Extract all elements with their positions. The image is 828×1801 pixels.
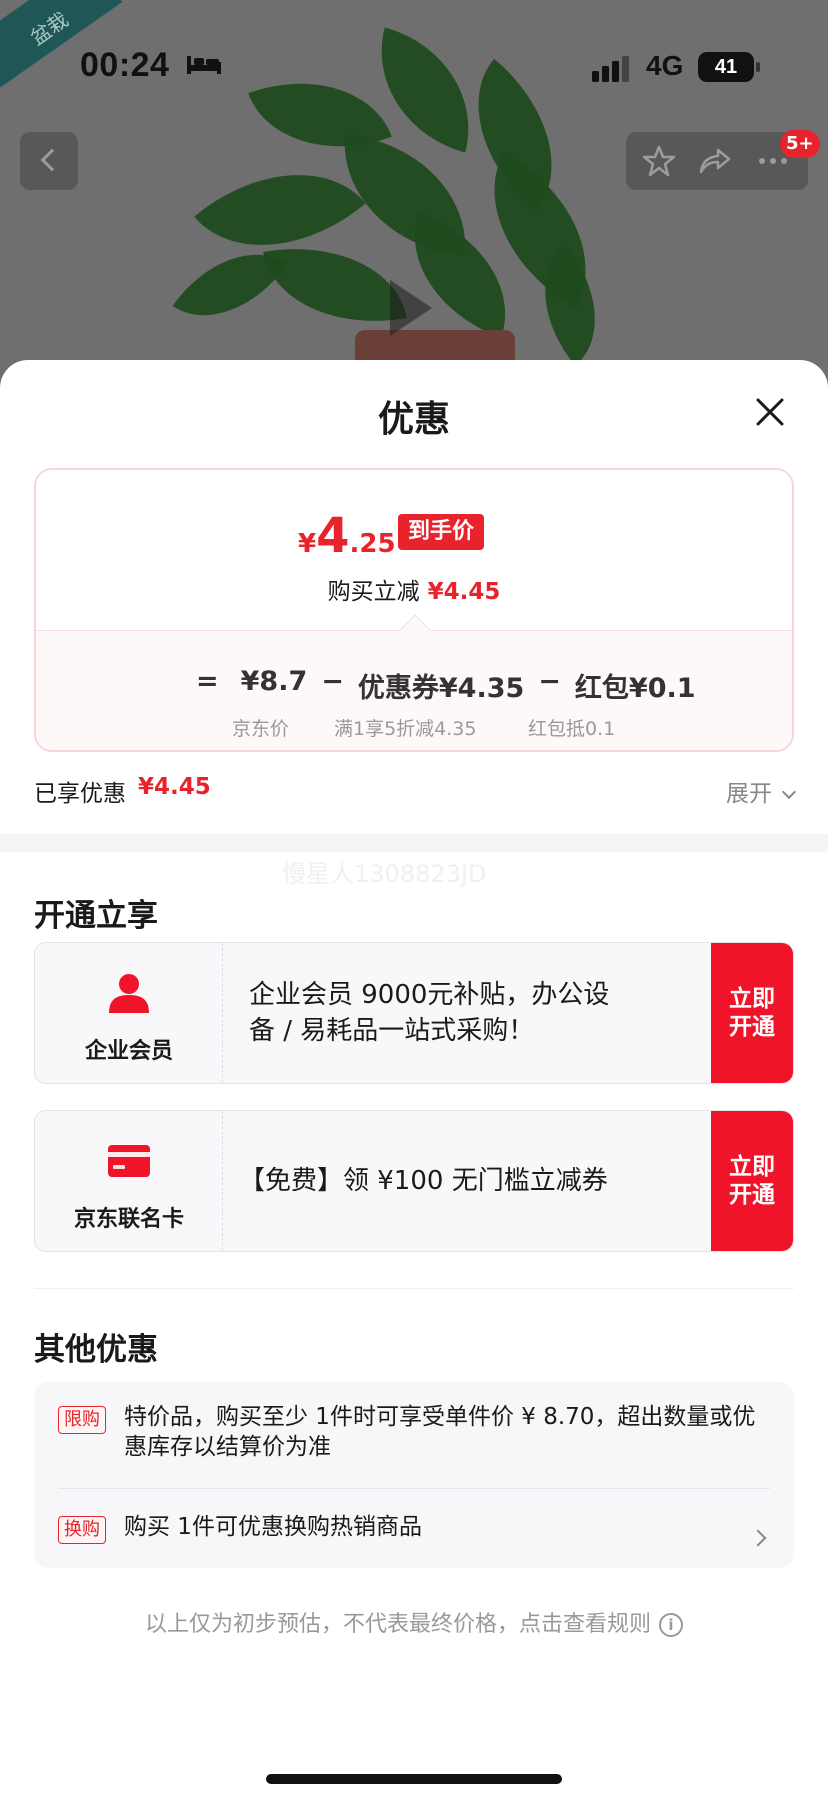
info-icon: i xyxy=(659,1613,683,1637)
back-button[interactable] xyxy=(20,132,78,190)
other-discounts-list: 限购 特价品，购买至少 1件时可享受单件价 ¥ 8.70，超出数量或优惠库存以结… xyxy=(34,1382,794,1568)
enterprise-member-card[interactable]: 企业会员 企业会员 9000元补贴，办公设备 / 易耗品一站式采购！ 立即开通 xyxy=(34,942,794,1084)
jd-cobrand-desc: 【免费】领 ¥100 无门槛立减券 xyxy=(239,1166,608,1196)
person-icon xyxy=(109,974,149,1013)
exchange-text[interactable]: 购买 1件可优惠换购热销商品 xyxy=(124,1512,684,1542)
expand-button[interactable]: 展开 xyxy=(726,774,797,808)
card-icon xyxy=(108,1145,150,1177)
price-calculation: = ¥8.7− 优惠券¥4.35− 红包¥0.1 xyxy=(196,666,696,704)
cart-badge: 5+ xyxy=(780,130,820,158)
coupon-value: 优惠券¥4.35 xyxy=(357,673,525,704)
sheet-title: 优惠 xyxy=(377,399,450,440)
jd-cobrand-card[interactable]: 京东联名卡 【免费】领 ¥100 无门槛立减券 立即开通 xyxy=(34,1110,794,1252)
section-divider xyxy=(0,834,828,852)
enjoyed-discount-row: 已享优惠 ¥4.45 展开 xyxy=(34,774,797,814)
close-icon[interactable] xyxy=(750,392,790,432)
discount-sheet: 优惠 ¥4.25 到手价 购买立减 ¥4.45 = ¥8.7− 优惠券¥4.35− 红包… xyxy=(0,360,828,1801)
enterprise-member-name: 企业会员 xyxy=(84,1039,173,1064)
reduce-line: 购买立减 ¥4.45 xyxy=(327,579,501,605)
signal-icon xyxy=(592,56,629,82)
price-breakdown-card: ¥4.25 到手价 购买立减 ¥4.45 = ¥8.7− 优惠券¥4.35− 红包¥0.… xyxy=(34,468,794,752)
exchange-tag: 换购 xyxy=(58,1516,106,1544)
jd-price-label: 京东价 xyxy=(232,718,290,740)
limit-text: 特价品，购买至少 1件时可享受单件价 ¥ 8.70，超出数量或优惠库存以结算价为… xyxy=(124,1404,756,1460)
jd-price-value: ¥8.7 xyxy=(240,666,308,697)
enterprise-open-button[interactable]: 立即开通 xyxy=(711,943,793,1083)
coupon-label: 满1享5折减4.35 xyxy=(334,718,477,740)
other-section-title: 其他优惠 xyxy=(34,1332,158,1368)
chevron-left-icon xyxy=(40,148,64,172)
network-label: 4G xyxy=(646,50,684,81)
play-icon[interactable] xyxy=(390,280,432,336)
star-icon[interactable] xyxy=(642,144,676,178)
enjoyed-label: 已享优惠 xyxy=(34,781,126,807)
share-icon[interactable] xyxy=(698,144,732,178)
sleep-mode-icon xyxy=(187,56,221,74)
divider xyxy=(34,1288,794,1289)
rules-note[interactable]: 以上仅为初步预估，不代表最终价格，点击查看规则 i xyxy=(0,1606,828,1638)
status-time: 00:24 xyxy=(80,46,170,84)
battery-icon: 41 xyxy=(698,52,760,82)
chevron-down-icon xyxy=(781,784,797,800)
status-bar: 00:24 4G 41 xyxy=(0,0,828,130)
hongbao-value: 红包¥0.1 xyxy=(574,673,696,704)
jd-cobrand-open-button[interactable]: 立即开通 xyxy=(711,1111,793,1251)
enterprise-member-desc: 企业会员 9000元补贴，办公设备 / 易耗品一站式采购！ xyxy=(249,980,610,1046)
final-price-tag: 到手价 xyxy=(398,514,485,550)
limit-tag: 限购 xyxy=(58,1406,106,1434)
final-price: ¥4.25 xyxy=(298,508,396,564)
watermark: 慢星人1308823JD xyxy=(282,860,487,888)
enjoyed-amount: ¥4.45 xyxy=(138,774,211,800)
jd-cobrand-name: 京东联名卡 xyxy=(73,1207,184,1232)
open-section-title: 开通立享 xyxy=(34,898,158,934)
home-indicator xyxy=(266,1774,562,1784)
hongbao-label: 红包抵0.1 xyxy=(528,718,616,740)
chevron-right-icon[interactable] xyxy=(749,1529,767,1547)
